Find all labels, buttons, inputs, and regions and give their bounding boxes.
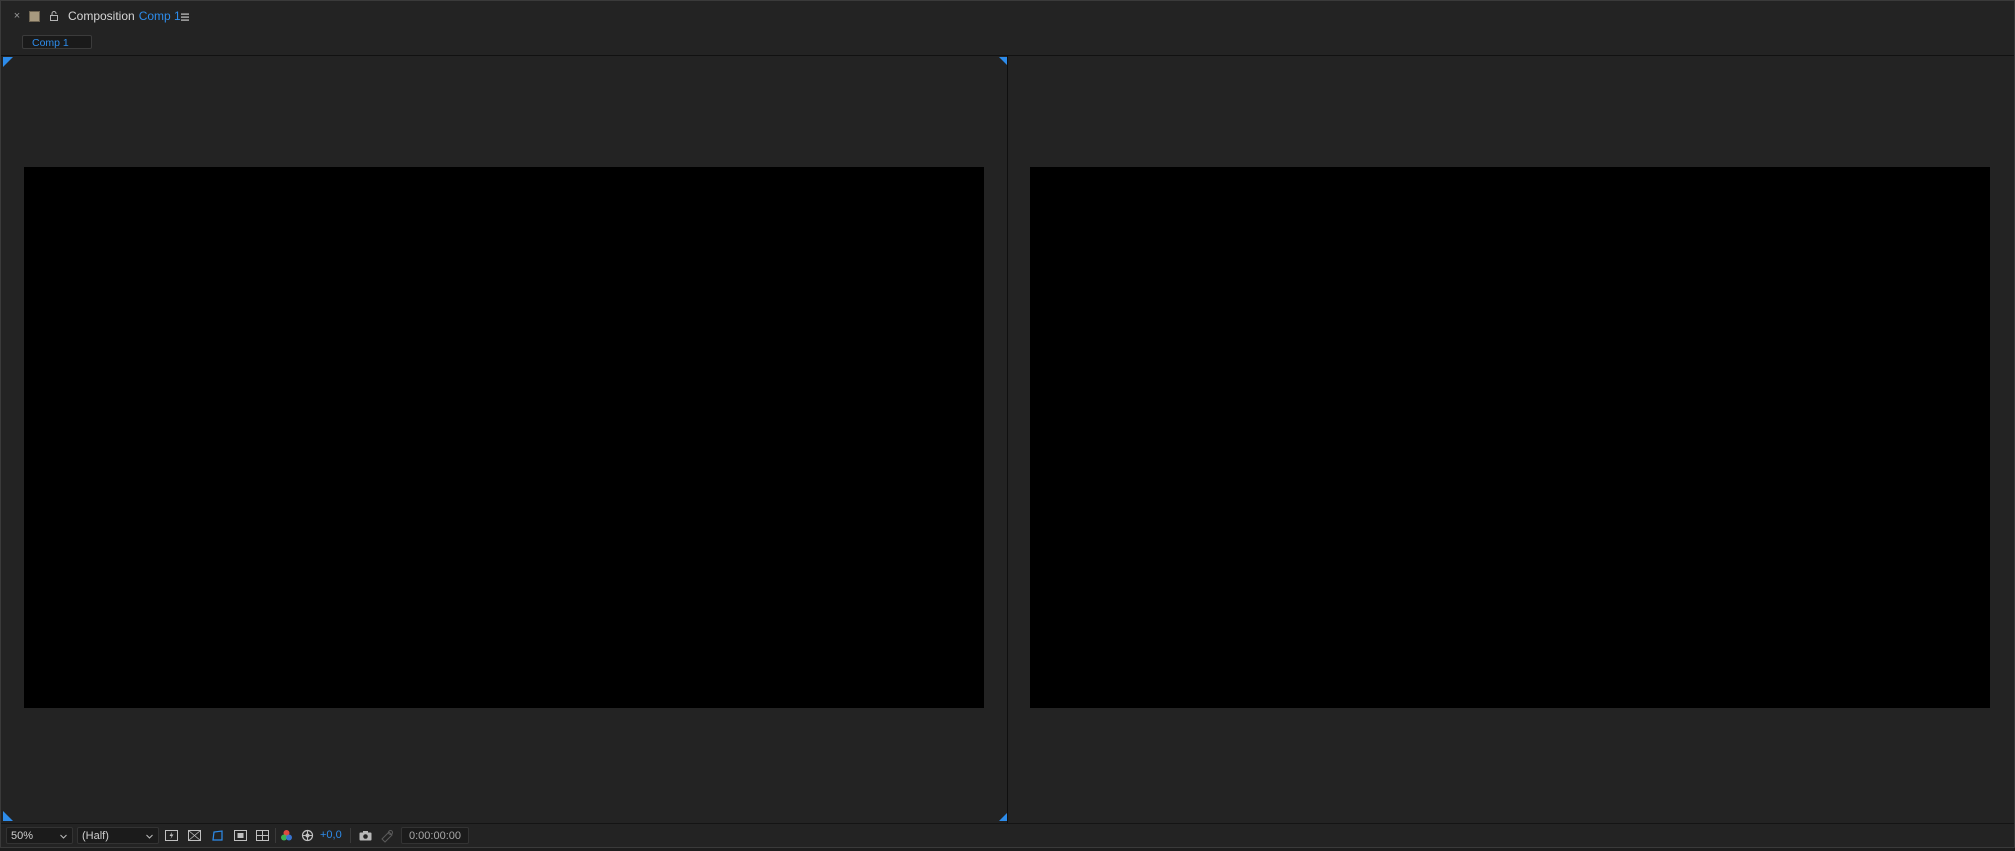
viewer-left[interactable] <box>1 56 1009 824</box>
close-icon[interactable]: × <box>11 10 23 22</box>
resolution-value: (Half) <box>82 830 109 842</box>
comp-color-swatch[interactable] <box>29 11 40 22</box>
chevron-down-icon <box>145 828 154 845</box>
comp-tab[interactable]: Comp 1 <box>22 35 92 49</box>
resolution-select[interactable]: (Half) <box>77 827 159 844</box>
mask-visibility-icon[interactable] <box>210 828 225 843</box>
show-snapshot-icon[interactable] <box>380 828 395 843</box>
composition-canvas-right[interactable] <box>1030 167 1990 708</box>
zoom-select[interactable]: 50% <box>6 827 73 844</box>
color-management-icon[interactable] <box>300 828 315 843</box>
composition-panel: × Composition Comp 1 Comp 1 50% (Half) +… <box>0 0 2015 848</box>
guides-grid-icon[interactable] <box>255 828 270 843</box>
fast-previews-icon[interactable] <box>164 828 179 843</box>
panel-title-row: × Composition Comp 1 <box>1 1 2014 33</box>
viewer-right[interactable] <box>1008 56 2014 824</box>
zoom-value: 50% <box>11 830 34 842</box>
lock-icon[interactable] <box>48 9 60 21</box>
exposure-value[interactable]: +0,0 <box>320 828 342 843</box>
panel-comp-name[interactable]: Comp 1 <box>139 9 181 23</box>
toolbar-separator <box>275 828 276 843</box>
camera-snapshot-icon[interactable] <box>358 828 373 843</box>
panel-title-label: Composition <box>68 9 135 23</box>
panel-header: × Composition Comp 1 Comp 1 <box>1 1 2014 56</box>
hamburger-menu-icon[interactable] <box>179 10 191 22</box>
transparency-grid-icon[interactable] <box>187 828 202 843</box>
toolbar-separator <box>350 828 351 843</box>
composition-canvas-left[interactable] <box>24 167 984 708</box>
panel-title[interactable]: Composition Comp 1 <box>68 9 181 23</box>
active-viewer-corner-icon <box>3 811 13 821</box>
rgb-channels-icon[interactable] <box>279 828 294 843</box>
active-viewer-corner-icon <box>3 57 13 67</box>
current-time-display[interactable]: 0:00:00:00 <box>401 827 469 844</box>
chevron-down-icon <box>59 828 68 845</box>
viewer-toolbar: 50% (Half) +0,0 0:00:00:00 <box>1 823 2014 847</box>
region-of-interest-icon[interactable] <box>233 828 248 843</box>
